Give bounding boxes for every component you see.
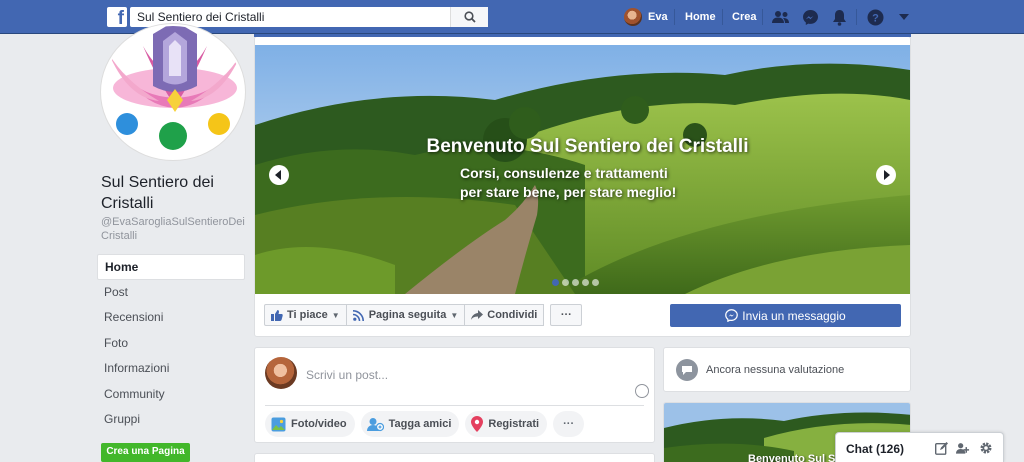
composer-avatar [265, 357, 297, 389]
like-label: Ti piace [287, 309, 328, 321]
friend-requests-button[interactable] [771, 8, 791, 26]
messenger-icon [802, 9, 818, 25]
more-actions-button[interactable]: ··· [550, 304, 583, 326]
share-button[interactable]: Condividi [464, 304, 545, 326]
cover-subtitle: Corsi, consulenze e trattamenti per star… [460, 164, 760, 202]
chevron-left-icon [275, 170, 281, 180]
create-page-button[interactable]: Crea una Pagina [101, 443, 190, 462]
carousel-dot[interactable] [572, 279, 579, 286]
carousel-indicators [552, 279, 599, 286]
no-ratings-text: Ancora nessuna valutazione [706, 364, 845, 376]
sidebar-item-groups[interactable]: Gruppi [97, 407, 245, 433]
gear-icon [980, 442, 992, 454]
send-message-label: Invia un messaggio [742, 308, 846, 323]
send-message-button[interactable]: Invia un messaggio [670, 304, 901, 327]
account-menu-button[interactable] [894, 8, 914, 26]
cover-photo[interactable]: Benvenuto Sul Sentiero dei Cristalli Cor… [255, 45, 910, 294]
notifications-button[interactable] [829, 8, 849, 26]
sidebar-item-post[interactable]: Post [97, 280, 245, 306]
cover-top-accent [254, 34, 911, 37]
cover-subtitle-line-1: Corsi, consulenze e trattamenti [460, 165, 668, 181]
speech-bubble-icon [676, 359, 698, 381]
photo-video-button[interactable]: Foto/video [265, 411, 355, 437]
composer-divider [265, 405, 644, 406]
profile-link[interactable]: Eva [624, 8, 668, 26]
thumbs-up-icon [271, 309, 283, 321]
page-username[interactable]: @EvaSarogliaSulSentieroDeiCristalli [101, 215, 246, 243]
sidebar-item-community[interactable]: Community [97, 382, 245, 408]
caret-down-icon: ▼ [331, 310, 340, 320]
cover-prev-button[interactable] [269, 165, 289, 185]
search-icon [463, 11, 476, 23]
home-link[interactable]: Home [685, 11, 716, 23]
carousel-dot[interactable] [592, 279, 599, 286]
share-label: Condividi [487, 309, 538, 321]
svg-text:?: ? [872, 12, 879, 24]
messenger-button[interactable] [800, 8, 820, 26]
facebook-logo[interactable]: f [107, 7, 127, 27]
create-link[interactable]: Crea [732, 11, 756, 23]
tag-people-icon [366, 417, 384, 431]
sidebar-item-info[interactable]: Informazioni [97, 356, 245, 382]
page-sidebar-nav: Home Post Recensioni Foto Informazioni C… [97, 254, 245, 433]
sidebar-item-photos[interactable]: Foto [97, 331, 245, 357]
messenger-icon [725, 309, 739, 322]
notifications-icon [832, 9, 846, 26]
emoji-icon[interactable] [635, 384, 649, 398]
nav-divider [762, 9, 763, 25]
chat-label: Chat (126) [846, 442, 905, 456]
nav-divider [856, 9, 857, 25]
sidebar-item-home[interactable]: Home [97, 254, 245, 280]
lotus-logo-image [103, 26, 243, 158]
new-message-button[interactable] [934, 441, 948, 455]
nav-divider [674, 9, 675, 25]
carousel-dot[interactable] [552, 279, 559, 286]
photo-icon [271, 417, 286, 431]
page-title[interactable]: Sul Sentiero dei Cristalli [101, 172, 241, 214]
user-name: Eva [648, 11, 668, 23]
create-group-button[interactable] [956, 441, 970, 455]
page-actions-bar: Ti piace ▼ Pagina seguita ▼ Condividi ··… [264, 304, 583, 326]
check-in-label: Registrati [488, 418, 540, 430]
post-composer: Scrivi un post... Foto/video Tagga amici… [254, 347, 655, 443]
sidebar-item-reviews[interactable]: Recensioni [97, 305, 245, 331]
help-button[interactable]: ? [865, 8, 885, 26]
post-input[interactable]: Scrivi un post... [306, 368, 388, 382]
check-in-button[interactable]: Registrati [465, 411, 548, 437]
tag-friends-label: Tagga amici [388, 418, 452, 430]
friends-icon [772, 11, 789, 23]
feed-card [254, 453, 655, 462]
compose-icon [934, 441, 948, 455]
nav-divider [722, 9, 723, 25]
cover-next-button[interactable] [876, 165, 896, 185]
tag-friends-button[interactable]: Tagga amici [360, 411, 460, 437]
dropdown-icon [899, 14, 909, 20]
cover-subtitle-line-2: per stare bene, per stare meglio! [460, 184, 677, 200]
page-profile-picture[interactable] [101, 24, 245, 160]
chat-settings-button[interactable] [979, 441, 993, 455]
location-pin-icon [471, 416, 484, 432]
group-add-icon [956, 442, 970, 454]
chat-sidebar-bar[interactable]: Chat (126) [835, 432, 1004, 462]
follow-label: Pagina seguita [368, 309, 447, 321]
search-button[interactable] [450, 7, 488, 27]
chevron-right-icon [884, 170, 890, 180]
cover-headline: Benvenuto Sul Sentiero dei Cristalli [426, 136, 749, 157]
photo-video-label: Foto/video [291, 418, 347, 430]
follow-button[interactable]: Pagina seguita ▼ [345, 304, 466, 326]
carousel-dot[interactable] [562, 279, 569, 286]
carousel-dot[interactable] [582, 279, 589, 286]
like-button[interactable]: Ti piace ▼ [264, 304, 347, 326]
share-arrow-icon [471, 310, 484, 320]
help-icon: ? [867, 9, 883, 25]
caret-down-icon: ▼ [450, 310, 459, 320]
ratings-card: Ancora nessuna valutazione [663, 347, 911, 392]
composer-actions: Foto/video Tagga amici Registrati ··· [265, 411, 585, 437]
rss-icon [352, 309, 364, 321]
user-avatar [624, 8, 642, 26]
composer-more-button[interactable]: ··· [553, 411, 585, 437]
